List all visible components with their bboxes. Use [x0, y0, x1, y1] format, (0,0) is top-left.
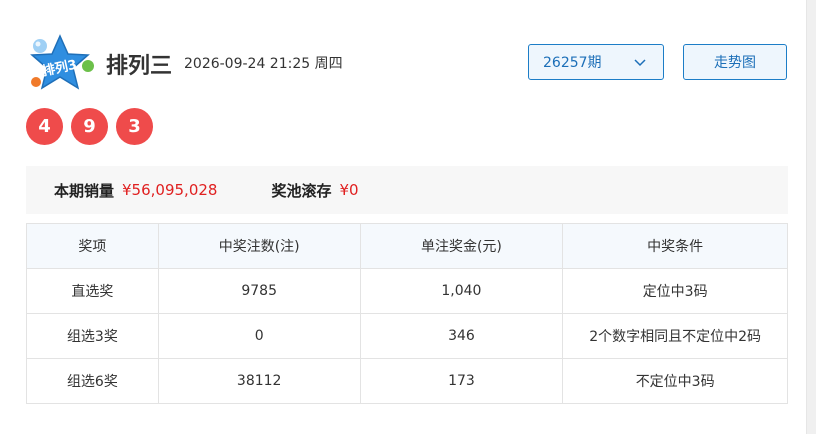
trend-chart-button[interactable]: 走势图: [683, 44, 787, 80]
prize-name: 组选6奖: [26, 358, 159, 404]
pool-label: 奖池滚存: [271, 181, 332, 200]
prize-amount: 173: [359, 358, 564, 404]
pool-value: ¥0: [339, 181, 359, 199]
table-header-row: 奖项 中奖注数(注) 单注奖金(元) 中奖条件: [26, 223, 788, 269]
lottery-header: 排列3 排列三 2026-09-24 21:25 周四 26257期 走势图: [26, 30, 788, 94]
prize-table: 奖项 中奖注数(注) 单注奖金(元) 中奖条件 直选奖 9785 1,040 定…: [26, 223, 788, 404]
winner-count: 9785: [157, 268, 361, 314]
period-select-value: 26257期: [543, 55, 602, 71]
pailie3-logo: 排列3: [30, 34, 94, 90]
winner-count: 38112: [157, 358, 361, 404]
page-title: 排列三: [106, 54, 173, 79]
number-ball: 3: [116, 108, 153, 145]
table-row: 组选3奖 0 346 2个数字相同且不定位中2码: [26, 313, 788, 359]
column-header: 中奖注数(注): [157, 223, 361, 269]
draw-datetime: 2026-09-24 21:25 周四: [184, 56, 343, 72]
winner-count: 0: [157, 313, 361, 359]
prize-name: 直选奖: [26, 268, 159, 314]
column-header: 中奖条件: [562, 223, 788, 269]
win-condition: 定位中3码: [562, 268, 788, 314]
period-select[interactable]: 26257期: [528, 44, 664, 80]
table-row: 组选6奖 38112 173 不定位中3码: [26, 358, 788, 404]
column-header: 单注奖金(元): [359, 223, 564, 269]
prize-amount: 346: [359, 313, 564, 359]
sales-summary: 本期销量 ¥56,095,028 奖池滚存 ¥0: [26, 166, 788, 214]
chevron-down-icon: [634, 59, 646, 67]
prize-amount: 1,040: [359, 268, 564, 314]
number-ball: 4: [26, 108, 63, 145]
win-condition: 不定位中3码: [562, 358, 788, 404]
win-condition: 2个数字相同且不定位中2码: [562, 313, 788, 359]
column-header: 奖项: [26, 223, 159, 269]
page-scrollbar[interactable]: [806, 0, 816, 434]
winning-numbers: 4 9 3: [26, 108, 153, 145]
prize-name: 组选3奖: [26, 313, 159, 359]
table-row: 直选奖 9785 1,040 定位中3码: [26, 268, 788, 314]
sales-label: 本期销量: [54, 181, 115, 200]
number-ball: 9: [71, 108, 108, 145]
sales-value: ¥56,095,028: [122, 181, 218, 199]
